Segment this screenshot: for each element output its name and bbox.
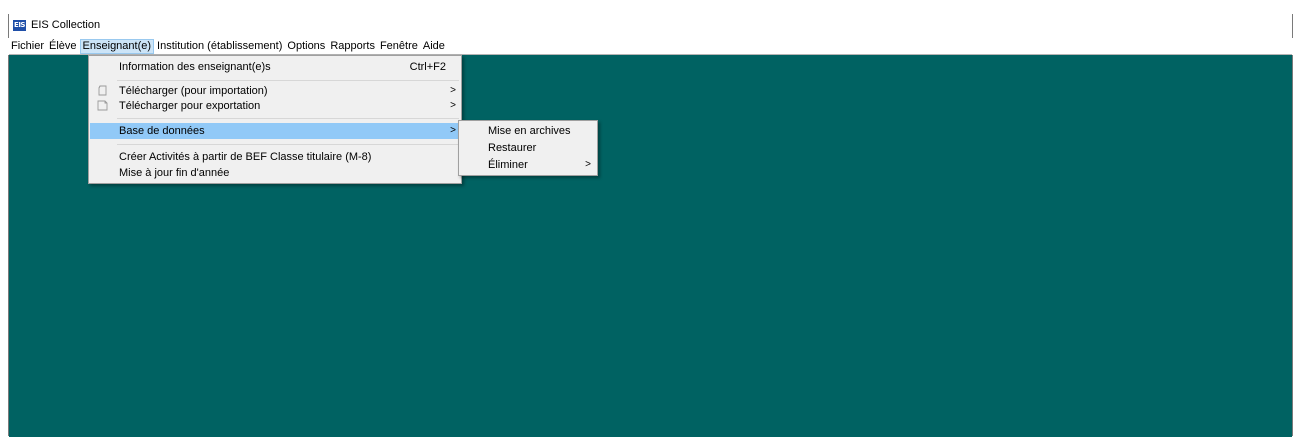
menu-fenetre[interactable]: Fenêtre	[378, 39, 420, 54]
menu-separator	[117, 118, 459, 119]
menu-bar: Fichier Élève Enseignant(e) Institution …	[1, 38, 1294, 55]
menu-item-base-de-donnees[interactable]: Base de données >	[90, 123, 460, 139]
submenu-item-restaurer[interactable]: Restaurer	[460, 140, 596, 156]
menu-item-label: Restaurer	[488, 142, 537, 154]
chevron-right-icon: >	[450, 125, 456, 136]
submenu-item-eliminer[interactable]: Éliminer >	[460, 157, 596, 173]
base-de-donnees-submenu: Mise en archives Restaurer Éliminer >	[458, 120, 598, 176]
menu-item-shortcut: Ctrl+F2	[409, 61, 446, 73]
title-bar[interactable]: EIS EIS Collection	[9, 14, 1292, 36]
enseignant-dropdown-menu: Information des enseignant(e)s Ctrl+F2 T…	[88, 55, 462, 184]
menu-item-label: Mise à jour fin d'année	[119, 167, 230, 179]
download-icon	[98, 85, 107, 96]
menu-item-telecharger-importation[interactable]: Télécharger (pour importation) >	[90, 83, 460, 99]
menu-institution[interactable]: Institution (établissement)	[155, 39, 284, 54]
menu-item-label: Mise en archives	[488, 125, 571, 137]
menu-eleve[interactable]: Élève	[47, 39, 79, 54]
menu-separator	[117, 80, 459, 81]
menu-fichier[interactable]: Fichier	[9, 39, 46, 54]
menu-item-label: Créer Activités à partir de BEF Classe t…	[119, 151, 372, 163]
menu-item-mise-a-jour-fin-annee[interactable]: Mise à jour fin d'année	[90, 165, 460, 181]
menu-item-label: Télécharger pour exportation	[119, 100, 261, 112]
menu-options[interactable]: Options	[285, 39, 327, 54]
menu-item-information-enseignants[interactable]: Information des enseignant(e)s Ctrl+F2	[90, 59, 460, 75]
menu-item-label: Éliminer	[488, 159, 528, 171]
chevron-right-icon: >	[450, 100, 456, 111]
menu-item-telecharger-exportation[interactable]: Télécharger pour exportation >	[90, 98, 460, 114]
submenu-item-mise-en-archives[interactable]: Mise en archives	[460, 123, 596, 139]
menu-separator	[117, 144, 459, 145]
chevron-right-icon: >	[585, 159, 591, 170]
menu-item-label: Base de données	[119, 125, 205, 137]
menu-aide[interactable]: Aide	[421, 39, 447, 54]
upload-icon	[97, 100, 108, 111]
menu-item-label: Télécharger (pour importation)	[119, 85, 268, 97]
menu-item-creer-activites[interactable]: Créer Activités à partir de BEF Classe t…	[90, 149, 460, 165]
menu-item-label: Information des enseignant(e)s	[119, 61, 271, 73]
app-logo-icon: EIS	[13, 19, 26, 31]
chevron-right-icon: >	[450, 85, 456, 96]
window-title: EIS Collection	[31, 19, 101, 31]
menu-enseignant[interactable]: Enseignant(e)	[79, 39, 155, 54]
menu-rapports[interactable]: Rapports	[328, 39, 377, 54]
